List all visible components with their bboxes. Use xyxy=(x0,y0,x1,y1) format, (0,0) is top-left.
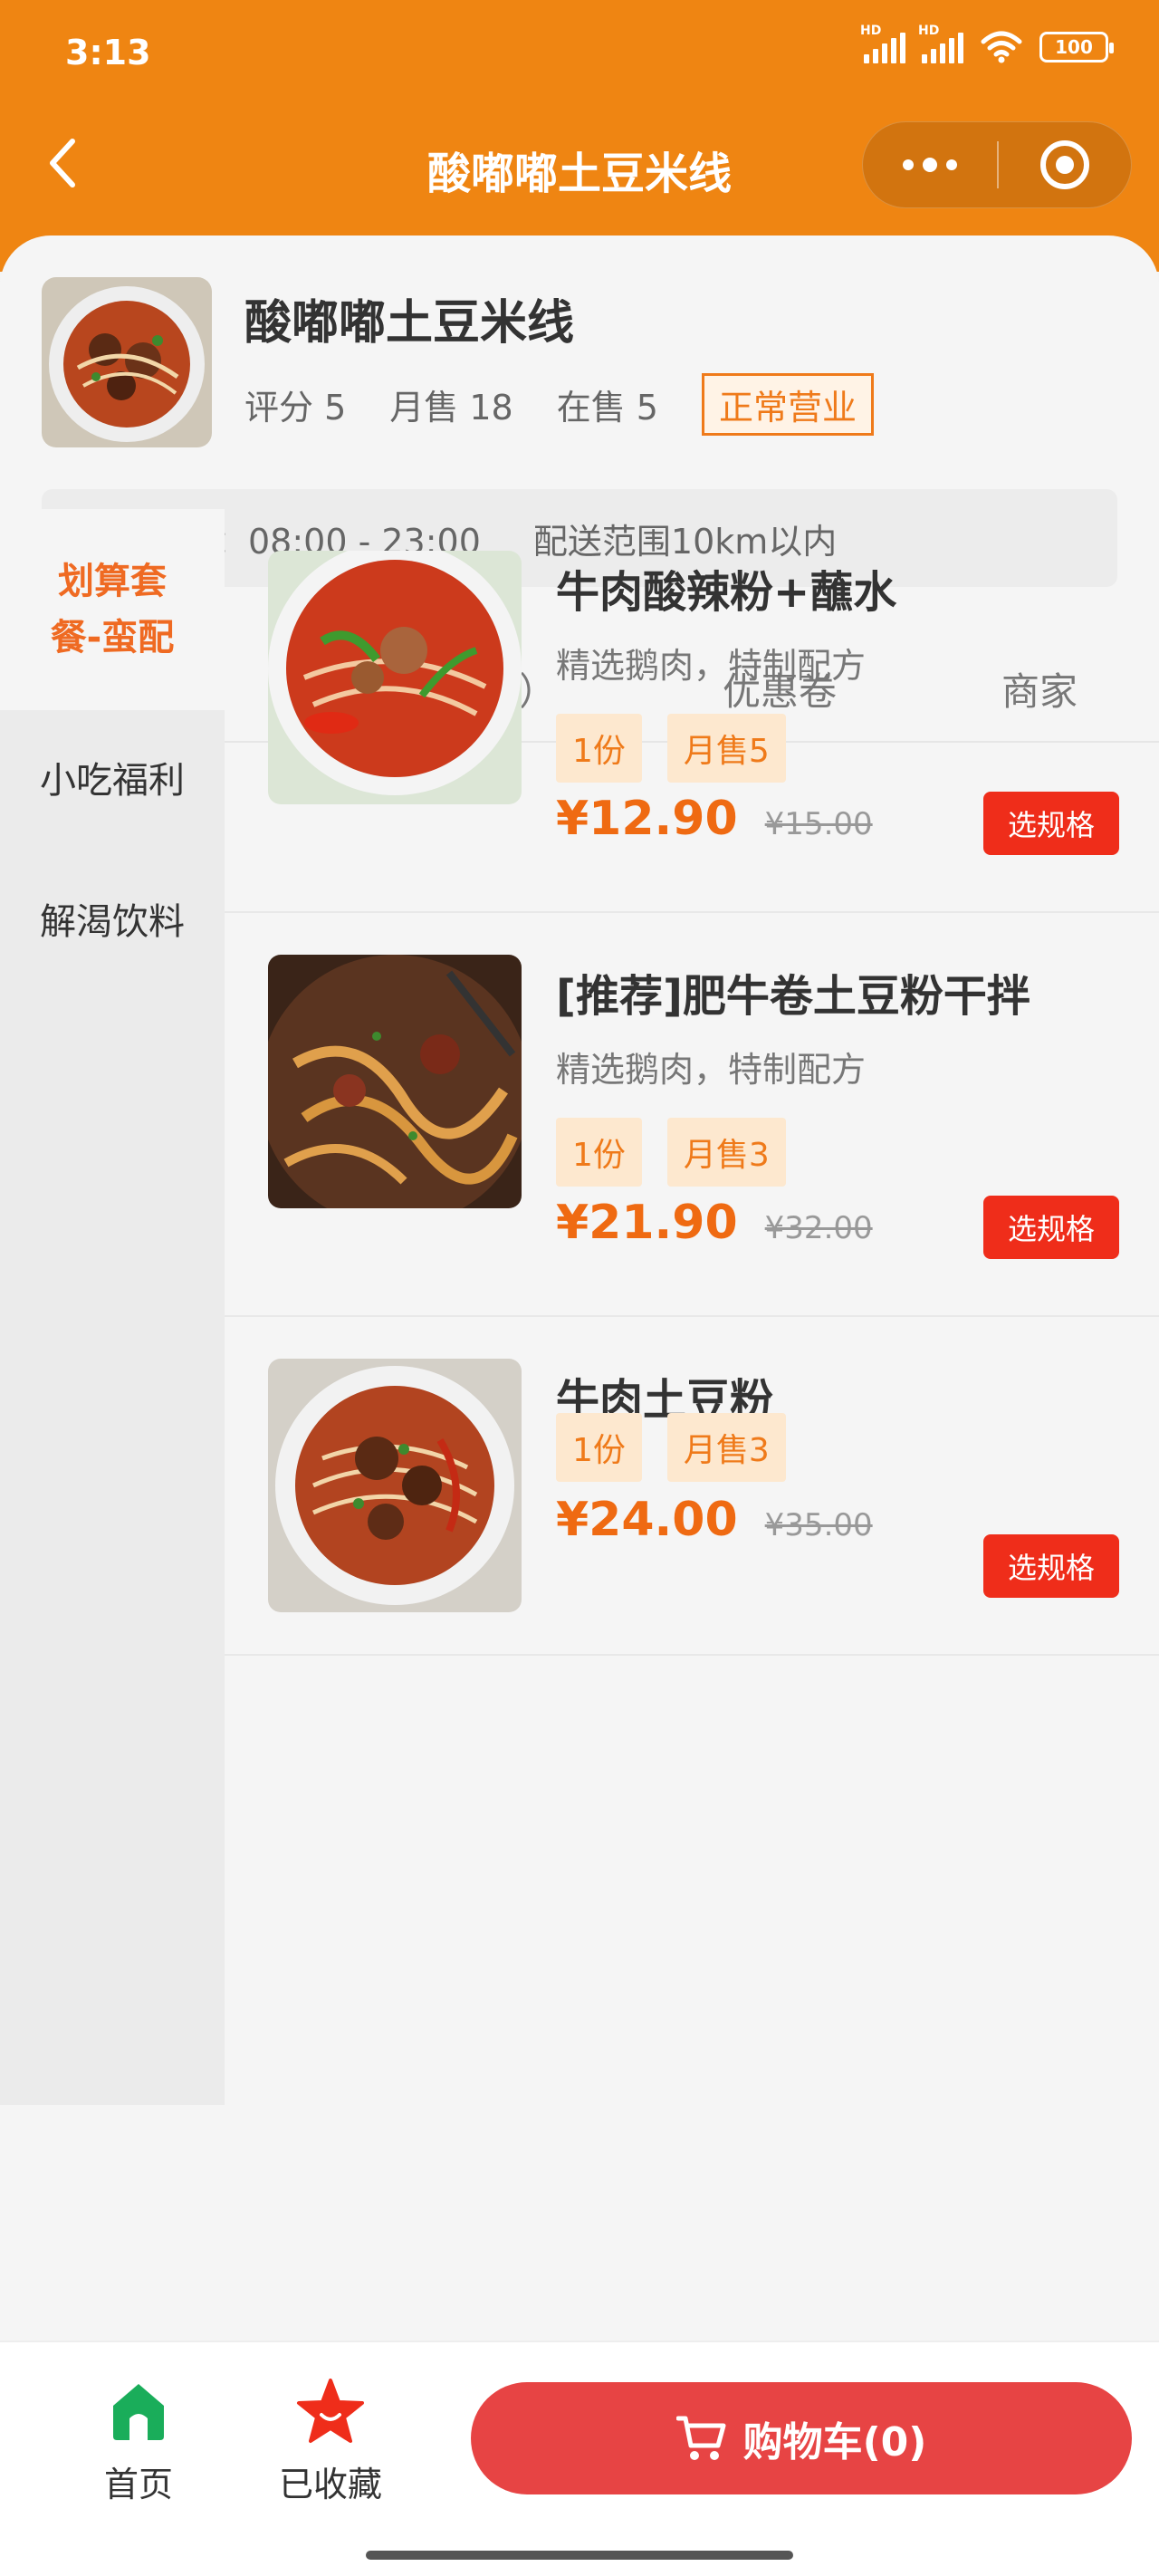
product-image xyxy=(268,551,522,804)
select-spec-button[interactable]: 选规格 xyxy=(983,1534,1119,1598)
current-price: ¥24.00 xyxy=(556,1493,738,1547)
select-spec-button[interactable]: 选规格 xyxy=(983,1196,1119,1259)
portion-tag: 1份 xyxy=(556,1413,642,1482)
cart-button[interactable]: 购物车(0) xyxy=(471,2382,1132,2494)
original-price: ¥32.00 xyxy=(764,1210,873,1246)
star-icon xyxy=(297,2379,364,2443)
product-item[interactable]: [推荐]肥牛卷土豆粉干拌 精选鹅肉，特制配方 1份 月售3 ¥21.90 ¥32… xyxy=(225,913,1159,1317)
product-price: ¥24.00 ¥35.00 xyxy=(556,1493,873,1547)
home-icon xyxy=(113,2384,164,2440)
category-sidebar: 划算套 餐-蛮配 小吃福利 解渴饮料 xyxy=(0,509,225,2105)
original-price: ¥35.00 xyxy=(764,1507,873,1543)
product-item[interactable]: 牛肉土豆粉 1份 月售3 ¥24.00 ¥35.00 选规格 xyxy=(225,1317,1159,1656)
close-miniprogram-icon[interactable] xyxy=(999,140,1131,189)
home-indicator xyxy=(366,2551,793,2560)
status-icons: HD HD 100 xyxy=(860,24,1114,63)
status-badge: 正常营业 xyxy=(701,373,874,436)
shop-stats: 评分 5 月售 18 在售 5 正常营业 xyxy=(244,373,874,436)
signal-icon-2: HD xyxy=(918,24,963,63)
shop-logo xyxy=(42,277,212,447)
nav-home[interactable]: 首页 xyxy=(71,2379,206,2506)
cart-icon xyxy=(675,2416,726,2460)
product-name: [推荐]肥牛卷土豆粉干拌 xyxy=(556,971,1030,1022)
product-price: ¥12.90 ¥15.00 xyxy=(556,792,873,846)
portion-tag: 1份 xyxy=(556,1118,642,1187)
battery-icon: 100 xyxy=(1039,32,1114,62)
current-price: ¥12.90 xyxy=(556,792,738,846)
product-tags: 1份 月售5 xyxy=(556,714,786,783)
category-snacks[interactable]: 小吃福利 xyxy=(0,710,225,851)
product-description: 精选鹅肉，特制配方 xyxy=(556,646,867,686)
select-spec-button[interactable]: 选规格 xyxy=(983,792,1119,855)
original-price: ¥15.00 xyxy=(764,806,873,842)
sales-tag: 月售5 xyxy=(666,714,786,783)
shop-name: 酸嘟嘟土豆米线 xyxy=(244,296,575,351)
product-description: 精选鹅肉，特制配方 xyxy=(556,1050,867,1090)
status-time: 3:13 xyxy=(65,33,151,72)
product-image xyxy=(268,1359,522,1612)
product-price: ¥21.90 ¥32.00 xyxy=(556,1196,873,1250)
product-tags: 1份 月售3 xyxy=(556,1413,786,1482)
product-list: 牛肉酸辣粉+蘸水 精选鹅肉，特制配方 1份 月售5 ¥12.90 ¥15.00 … xyxy=(225,509,1159,1656)
sales-tag: 月售3 xyxy=(666,1118,786,1187)
shop-on-sale: 在售 5 xyxy=(556,388,658,428)
miniprogram-capsule xyxy=(862,121,1132,208)
category-combo[interactable]: 划算套 餐-蛮配 xyxy=(0,509,225,710)
bottom-bar: 首页 已收藏 购物车(0) xyxy=(0,2341,1159,2576)
more-icon[interactable] xyxy=(863,122,997,207)
nav-favorites[interactable]: 已收藏 xyxy=(263,2379,398,2506)
sales-tag: 月售3 xyxy=(666,1413,786,1482)
header: 3:13 HD HD 100 酸嘟嘟土豆米线 xyxy=(0,0,1159,272)
shop-monthly-sales: 月售 18 xyxy=(389,388,513,428)
current-price: ¥21.90 xyxy=(556,1196,738,1250)
signal-icon: HD xyxy=(860,24,905,63)
product-name: 牛肉酸辣粉+蘸水 xyxy=(556,567,897,618)
category-drinks[interactable]: 解渴饮料 xyxy=(0,851,225,993)
product-tags: 1份 月售3 xyxy=(556,1118,786,1187)
product-item[interactable]: 牛肉酸辣粉+蘸水 精选鹅肉，特制配方 1份 月售5 ¥12.90 ¥15.00 … xyxy=(225,509,1159,913)
shop-rating: 评分 5 xyxy=(244,388,347,428)
portion-tag: 1份 xyxy=(556,714,642,783)
wifi-icon xyxy=(981,31,1022,63)
product-image xyxy=(268,955,522,1208)
